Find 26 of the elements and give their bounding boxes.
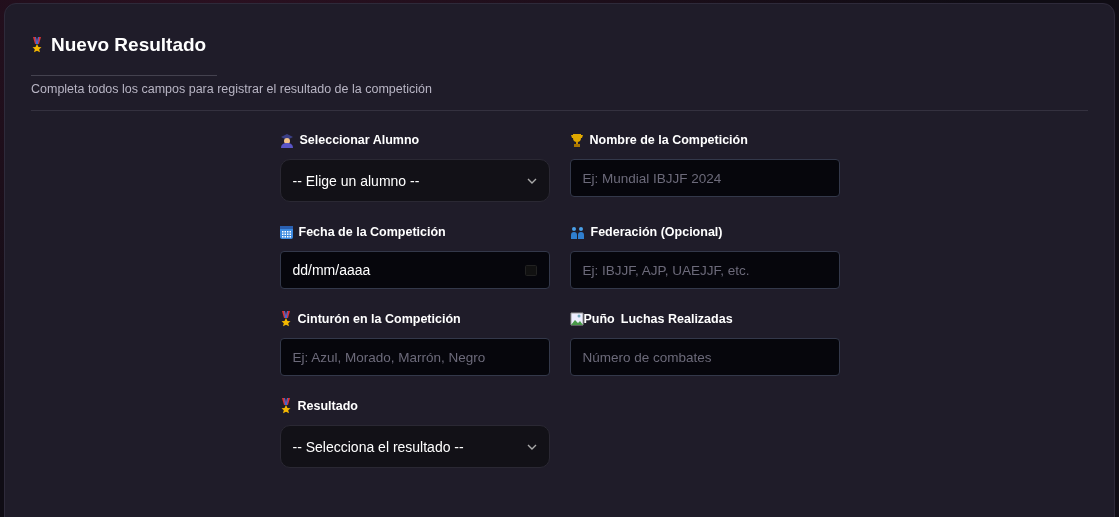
field-label: Luchas Realizadas bbox=[620, 312, 733, 326]
student-icon bbox=[279, 132, 294, 148]
field-label: Federación (Opcional) bbox=[590, 225, 723, 239]
field-label: Seleccionar Alumno bbox=[299, 133, 420, 147]
chevron-down-icon bbox=[526, 177, 537, 184]
chevron-down-icon bbox=[526, 443, 537, 450]
form-title: Nuevo Resultado bbox=[51, 34, 207, 56]
trophy-icon bbox=[569, 133, 584, 147]
date-field[interactable]: dd/mm/aaaa bbox=[279, 251, 550, 289]
input-field[interactable]: Número de combates bbox=[569, 338, 840, 376]
image-alt-text: Puño bbox=[583, 312, 615, 326]
medal-icon bbox=[31, 37, 43, 53]
medal-icon bbox=[279, 311, 292, 327]
field-label: Resultado bbox=[297, 399, 358, 413]
form-subtitle: Completa todos los campos para registrar el resultado de la competición bbox=[31, 82, 433, 96]
select-field[interactable]: -- Elige un alumno -- bbox=[279, 159, 550, 202]
select-field[interactable]: -- Selecciona el resultado -- bbox=[279, 425, 550, 468]
field-label: Fecha de la Competición bbox=[298, 225, 446, 239]
field-label: Cinturón en la Competición bbox=[297, 312, 461, 326]
input-field[interactable]: Ej: Azul, Morado, Marrón, Negro bbox=[279, 338, 550, 376]
people-icon bbox=[569, 225, 585, 239]
medal-icon bbox=[279, 398, 292, 414]
field-label: Nombre de la Competición bbox=[589, 133, 748, 147]
input-field[interactable]: Ej: IBJJF, AJP, UAEJJF, etc. bbox=[569, 251, 840, 289]
broken-image-icon bbox=[569, 312, 584, 326]
input-field[interactable]: Ej: Mundial IBJJF 2024 bbox=[569, 159, 840, 197]
